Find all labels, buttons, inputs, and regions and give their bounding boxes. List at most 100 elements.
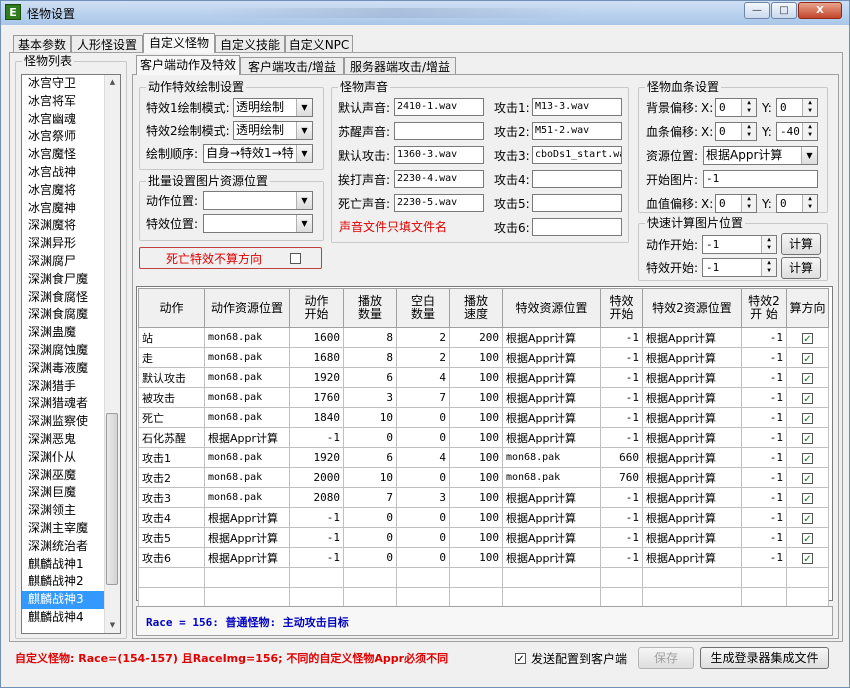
calc-action-button[interactable]: 计算	[781, 233, 821, 255]
direction-checkbox[interactable]: ✓	[802, 352, 813, 365]
table-cell[interactable]: -1	[289, 427, 344, 448]
direction-checkbox[interactable]: ✓	[802, 392, 813, 405]
direction-checkbox[interactable]: ✓	[802, 452, 813, 465]
table-cell[interactable]: 攻击4	[138, 507, 205, 528]
scroll-down-icon[interactable]: ▼	[105, 618, 120, 633]
table-cell[interactable]: 7	[396, 387, 450, 408]
table-cell[interactable]: 3	[396, 487, 450, 508]
table-cell[interactable]: mon68.pak	[204, 327, 290, 348]
table-cell[interactable]: 根据Appr计算	[204, 427, 290, 448]
table-cell[interactable]: -1	[741, 527, 787, 548]
table-row[interactable]: 攻击2 mon68.pak 2000 10 0 100 mon68.pak 760 根据Appr…	[138, 467, 829, 488]
revive-sound-field[interactable]	[394, 122, 484, 140]
table-cell[interactable]: -1	[741, 467, 787, 488]
action-start-spinner[interactable]: -1 ▲ ▼	[702, 235, 777, 254]
table-cell[interactable]: mon68.pak	[204, 467, 290, 488]
subtab-server-attack-buff[interactable]: 服务器端攻击/增益	[344, 57, 456, 75]
table-cell[interactable]: 根据Appr计算	[642, 327, 742, 348]
table-cell[interactable]: -1	[600, 547, 643, 568]
table-cell[interactable]: 石化苏醒	[138, 427, 205, 448]
table-cell[interactable]: 100	[449, 507, 503, 528]
table-cell[interactable]: 根据Appr计算	[642, 347, 742, 368]
direction-checkbox[interactable]: ✓	[802, 332, 813, 345]
table-cell[interactable]: 0	[396, 527, 450, 548]
table-cell[interactable]: 被攻击	[138, 387, 205, 408]
column-header[interactable]: 动作	[138, 288, 205, 328]
monster-list-scrollbar[interactable]: ▲ ▼	[104, 75, 120, 633]
table-cell[interactable]: 0	[343, 427, 397, 448]
table-cell[interactable]: mon68.pak	[204, 387, 290, 408]
table-cell[interactable]: 攻击2	[138, 467, 205, 488]
table-cell[interactable]: 根据Appr计算	[642, 367, 742, 388]
direction-checkbox[interactable]: ✓	[802, 532, 813, 545]
table-cell[interactable]: -1	[741, 327, 787, 348]
table-cell[interactable]: mon68.pak	[204, 447, 290, 468]
table-cell[interactable]: 100	[449, 487, 503, 508]
direction-checkbox[interactable]: ✓	[802, 552, 813, 565]
table-cell[interactable]: 100	[449, 387, 503, 408]
table-cell[interactable]: 100	[449, 367, 503, 388]
scrollbar-thumb[interactable]	[106, 413, 118, 585]
attack4-sound-field[interactable]	[532, 170, 622, 188]
spinner-arrows-icon[interactable]: ▲ ▼	[802, 99, 817, 116]
bg-offset-y-spinner[interactable]: 0 ▲ ▼	[776, 98, 818, 117]
table-cell[interactable]: 8	[343, 327, 397, 348]
value-offset-y-spinner[interactable]: 0 ▲ ▼	[776, 194, 818, 213]
column-header[interactable]: 算方向	[786, 288, 829, 328]
table-cell[interactable]: 0	[396, 547, 450, 568]
bar-offset-y-spinner[interactable]: -40 ▲ ▼	[776, 122, 818, 141]
attack1-sound-field[interactable]: M13-3.wav	[532, 98, 622, 116]
attack3-sound-field[interactable]: cboDs1_start.wa	[532, 146, 622, 164]
chevron-down-icon[interactable]: ▼	[801, 147, 817, 164]
hp-start-image-field[interactable]: -1	[703, 170, 818, 188]
table-cell[interactable]: 根据Appr计算	[502, 327, 601, 348]
table-cell[interactable]: 0	[343, 527, 397, 548]
table-cell[interactable]: 660	[600, 447, 643, 468]
attack2-sound-field[interactable]: M51-2.wav	[532, 122, 622, 140]
table-cell[interactable]: 10	[343, 407, 397, 428]
scroll-up-icon[interactable]: ▲	[105, 75, 120, 90]
tab-basic-params[interactable]: 基本参数	[13, 35, 71, 53]
table-cell[interactable]: -1	[600, 347, 643, 368]
subtab-client-action-effect[interactable]: 客户端动作及特效	[136, 55, 240, 75]
direction-checkbox[interactable]: ✓	[802, 512, 813, 525]
table-cell[interactable]: -1	[289, 527, 344, 548]
table-cell[interactable]: -1	[600, 507, 643, 528]
column-header[interactable]: 播放 数量	[343, 288, 397, 328]
table-cell[interactable]: -1	[741, 487, 787, 508]
table-cell[interactable]: 100	[449, 547, 503, 568]
chevron-down-icon[interactable]: ▼	[296, 99, 312, 116]
default-attack-sound-field[interactable]: 1360-3.wav	[394, 146, 484, 164]
spinner-arrows-icon[interactable]: ▲ ▼	[741, 195, 756, 212]
tab-custom-monster[interactable]: 自定义怪物	[143, 33, 215, 53]
draw-order-select[interactable]: 自身→特效1→特 ▼	[203, 144, 313, 163]
table-row[interactable]: 死亡 mon68.pak 1840 10 0 100 根据Appr计算 -1 根据Appr计算 -…	[138, 407, 829, 428]
table-row[interactable]: 站 mon68.pak 1600 8 2 200 根据Appr计算 -1 根据Appr计算 -1 ✓	[138, 327, 829, 348]
table-cell[interactable]: 760	[600, 467, 643, 488]
table-cell[interactable]: 根据Appr计算	[502, 547, 601, 568]
table-cell[interactable]: 6	[343, 367, 397, 388]
table-cell[interactable]: 死亡	[138, 407, 205, 428]
table-cell[interactable]: mon68.pak	[204, 347, 290, 368]
column-header[interactable]: 动作 开始	[289, 288, 344, 328]
table-cell[interactable]: 根据Appr计算	[502, 387, 601, 408]
tab-custom-npc[interactable]: 自定义NPC	[285, 35, 353, 53]
table-cell[interactable]: 100	[449, 447, 503, 468]
calc-effect-button[interactable]: 计算	[781, 257, 821, 279]
chevron-down-icon[interactable]: ▼	[296, 215, 312, 232]
table-cell[interactable]: mon68.pak	[204, 367, 290, 388]
table-cell[interactable]: 1920	[289, 447, 344, 468]
save-button[interactable]: 保存	[638, 647, 694, 669]
table-cell[interactable]: -1	[741, 447, 787, 468]
death-effect-checkbox[interactable]	[290, 253, 301, 264]
table-cell[interactable]: 根据Appr计算	[502, 507, 601, 528]
batch-effect-select[interactable]: ▼	[203, 214, 313, 233]
spinner-arrows-icon[interactable]: ▲ ▼	[741, 123, 756, 140]
column-header[interactable]: 动作资源位置	[204, 288, 290, 328]
table-cell[interactable]: 100	[449, 347, 503, 368]
minimize-button[interactable]: —	[744, 2, 770, 19]
table-cell[interactable]: 根据Appr计算	[502, 527, 601, 548]
table-cell[interactable]: 攻击3	[138, 487, 205, 508]
generate-launcher-file-button[interactable]: 生成登录器集成文件	[700, 647, 829, 669]
effect2-mode-select[interactable]: 透明绘制 ▼	[233, 121, 313, 140]
